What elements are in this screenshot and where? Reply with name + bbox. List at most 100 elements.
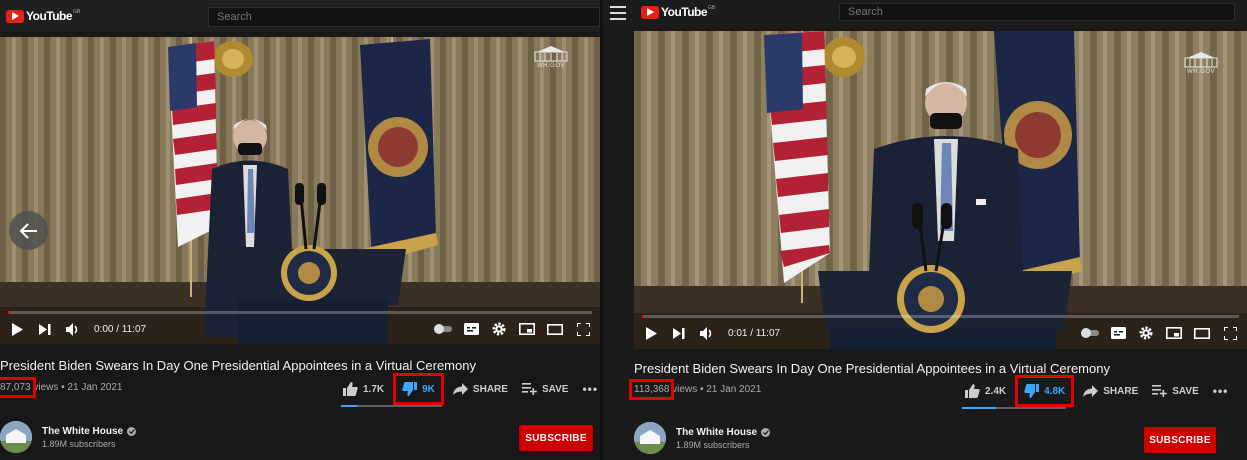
video-actions: 1.7K 9K SHARE SAVE ••• (343, 373, 600, 405)
gear-icon (492, 322, 506, 336)
dislike-count: 4.8K (1044, 385, 1066, 397)
search-input[interactable] (839, 3, 1235, 21)
share-button[interactable]: SHARE (452, 378, 508, 400)
video-meta: 87,073 views • 21 Jan 2021 (0, 377, 122, 398)
autoplay-toggle[interactable] (1081, 324, 1099, 342)
seek-bar-played (8, 311, 11, 314)
wh-gov-watermark: WH.GOV (532, 45, 570, 69)
video-player[interactable]: WH.GOV 0:00 / 11:07 (0, 37, 600, 344)
channel-name: The White House (676, 426, 758, 438)
view-count: 87,073 (0, 377, 36, 398)
subscribe-button[interactable]: SUBSCRIBE (1144, 427, 1216, 453)
thumbs-down-icon (1024, 384, 1040, 398)
miniplayer-button[interactable] (1165, 324, 1183, 342)
skip-next-icon (39, 323, 51, 335)
like-button[interactable]: 2.4K (965, 380, 1006, 402)
more-actions-button[interactable]: ••• (582, 378, 598, 400)
autoplay-toggle-icon (1081, 328, 1099, 338)
sentiment-bar (341, 405, 442, 407)
theater-mode-icon (547, 323, 563, 335)
next-button[interactable] (670, 324, 688, 342)
play-icon (12, 322, 23, 336)
thumbs-up-icon (343, 382, 358, 396)
subscribe-button[interactable]: SUBSCRIBE (519, 425, 593, 451)
save-label: SAVE (541, 383, 569, 395)
youtube-window-after: YouTube GB Search WH.GOV 0:01 / 11:07 Pr… (603, 0, 1247, 460)
youtube-wordmark: YouTube (26, 9, 73, 23)
fullscreen-icon (1223, 326, 1237, 340)
video-title: President Biden Swears In Day One Presid… (634, 361, 1110, 376)
video-player[interactable]: WH.GOV 0:01 / 11:07 (634, 31, 1247, 349)
theater-button[interactable] (546, 320, 564, 338)
video-actions: 2.4K 4.8K SHARE SAVE ••• (965, 375, 1242, 407)
youtube-play-logo-icon (6, 9, 24, 23)
settings-button[interactable] (490, 320, 508, 338)
watermark-text: WH.GOV (1187, 69, 1215, 75)
save-button[interactable]: SAVE (1152, 380, 1199, 402)
theater-button[interactable] (1193, 324, 1211, 342)
autoplay-toggle-icon (434, 324, 452, 334)
fullscreen-button[interactable] (1221, 324, 1239, 342)
subscriber-count: 1.89M subscribers (676, 439, 750, 450)
seek-bar-played (642, 315, 645, 318)
search-input[interactable] (208, 7, 600, 27)
playlist-add-icon (1152, 385, 1168, 397)
youtube-logo[interactable]: YouTube GB (6, 9, 80, 23)
seek-bar[interactable] (8, 311, 592, 314)
dislike-button[interactable]: 4.8K (1015, 375, 1075, 407)
channel-name-row[interactable]: The White House (42, 425, 137, 437)
views-date-text: views • 21 Jan 2021 (669, 384, 762, 395)
next-button[interactable] (36, 320, 54, 338)
time-display: 0:01 / 11:07 (728, 327, 781, 339)
save-button[interactable]: SAVE (521, 378, 569, 400)
sentiment-bar (962, 407, 1066, 409)
miniplayer-button[interactable] (518, 320, 536, 338)
dislike-count: 9K (422, 383, 435, 395)
back-button[interactable] (9, 211, 48, 250)
thumbs-down-icon (402, 382, 418, 396)
settings-button[interactable] (1137, 324, 1155, 342)
thumbs-up-icon (965, 384, 980, 398)
autoplay-toggle[interactable] (434, 320, 452, 338)
share-icon (1083, 385, 1099, 397)
channel-name-row[interactable]: The White House (676, 426, 771, 438)
sentiment-bar-likes (962, 407, 997, 409)
captions-icon (463, 323, 479, 335)
play-icon (646, 326, 657, 340)
verified-check-icon (761, 427, 771, 437)
volume-button[interactable] (698, 324, 716, 342)
region-code: GB (708, 5, 716, 11)
more-actions-button[interactable]: ••• (1213, 380, 1229, 402)
channel-info: The White House 1.89M subscribers (0, 421, 137, 453)
channel-avatar[interactable] (0, 421, 32, 453)
share-button[interactable]: SHARE (1083, 380, 1138, 402)
miniplayer-icon (1166, 327, 1182, 339)
captions-icon (1110, 327, 1126, 339)
sentiment-bar-likes (341, 405, 358, 407)
dislike-button[interactable]: 9K (393, 373, 444, 405)
volume-icon (65, 322, 77, 336)
captions-button[interactable] (462, 320, 480, 338)
channel-avatar[interactable] (634, 422, 666, 454)
seek-bar[interactable] (642, 315, 1239, 318)
play-button[interactable] (8, 320, 26, 338)
fullscreen-button[interactable] (574, 320, 592, 338)
volume-button[interactable] (64, 320, 82, 338)
youtube-play-logo-icon (641, 5, 659, 19)
captions-button[interactable] (1109, 324, 1127, 342)
white-house-icon (534, 46, 568, 62)
video-frame-scene (634, 31, 1247, 349)
youtube-logo[interactable]: YouTube GB (641, 5, 715, 19)
wh-gov-watermark: WH.GOV (1182, 51, 1220, 75)
video-frame-scene (0, 37, 600, 344)
like-button[interactable]: 1.7K (343, 378, 384, 400)
player-controls: 0:01 / 11:07 (642, 323, 1239, 343)
share-label: SHARE (472, 383, 508, 395)
fullscreen-icon (576, 322, 590, 336)
white-house-icon (1184, 52, 1218, 68)
share-label: SHARE (1103, 385, 1139, 397)
channel-name: The White House (42, 425, 124, 437)
white-house-avatar-icon (0, 421, 32, 453)
play-button[interactable] (642, 324, 660, 342)
menu-icon[interactable] (610, 6, 626, 20)
